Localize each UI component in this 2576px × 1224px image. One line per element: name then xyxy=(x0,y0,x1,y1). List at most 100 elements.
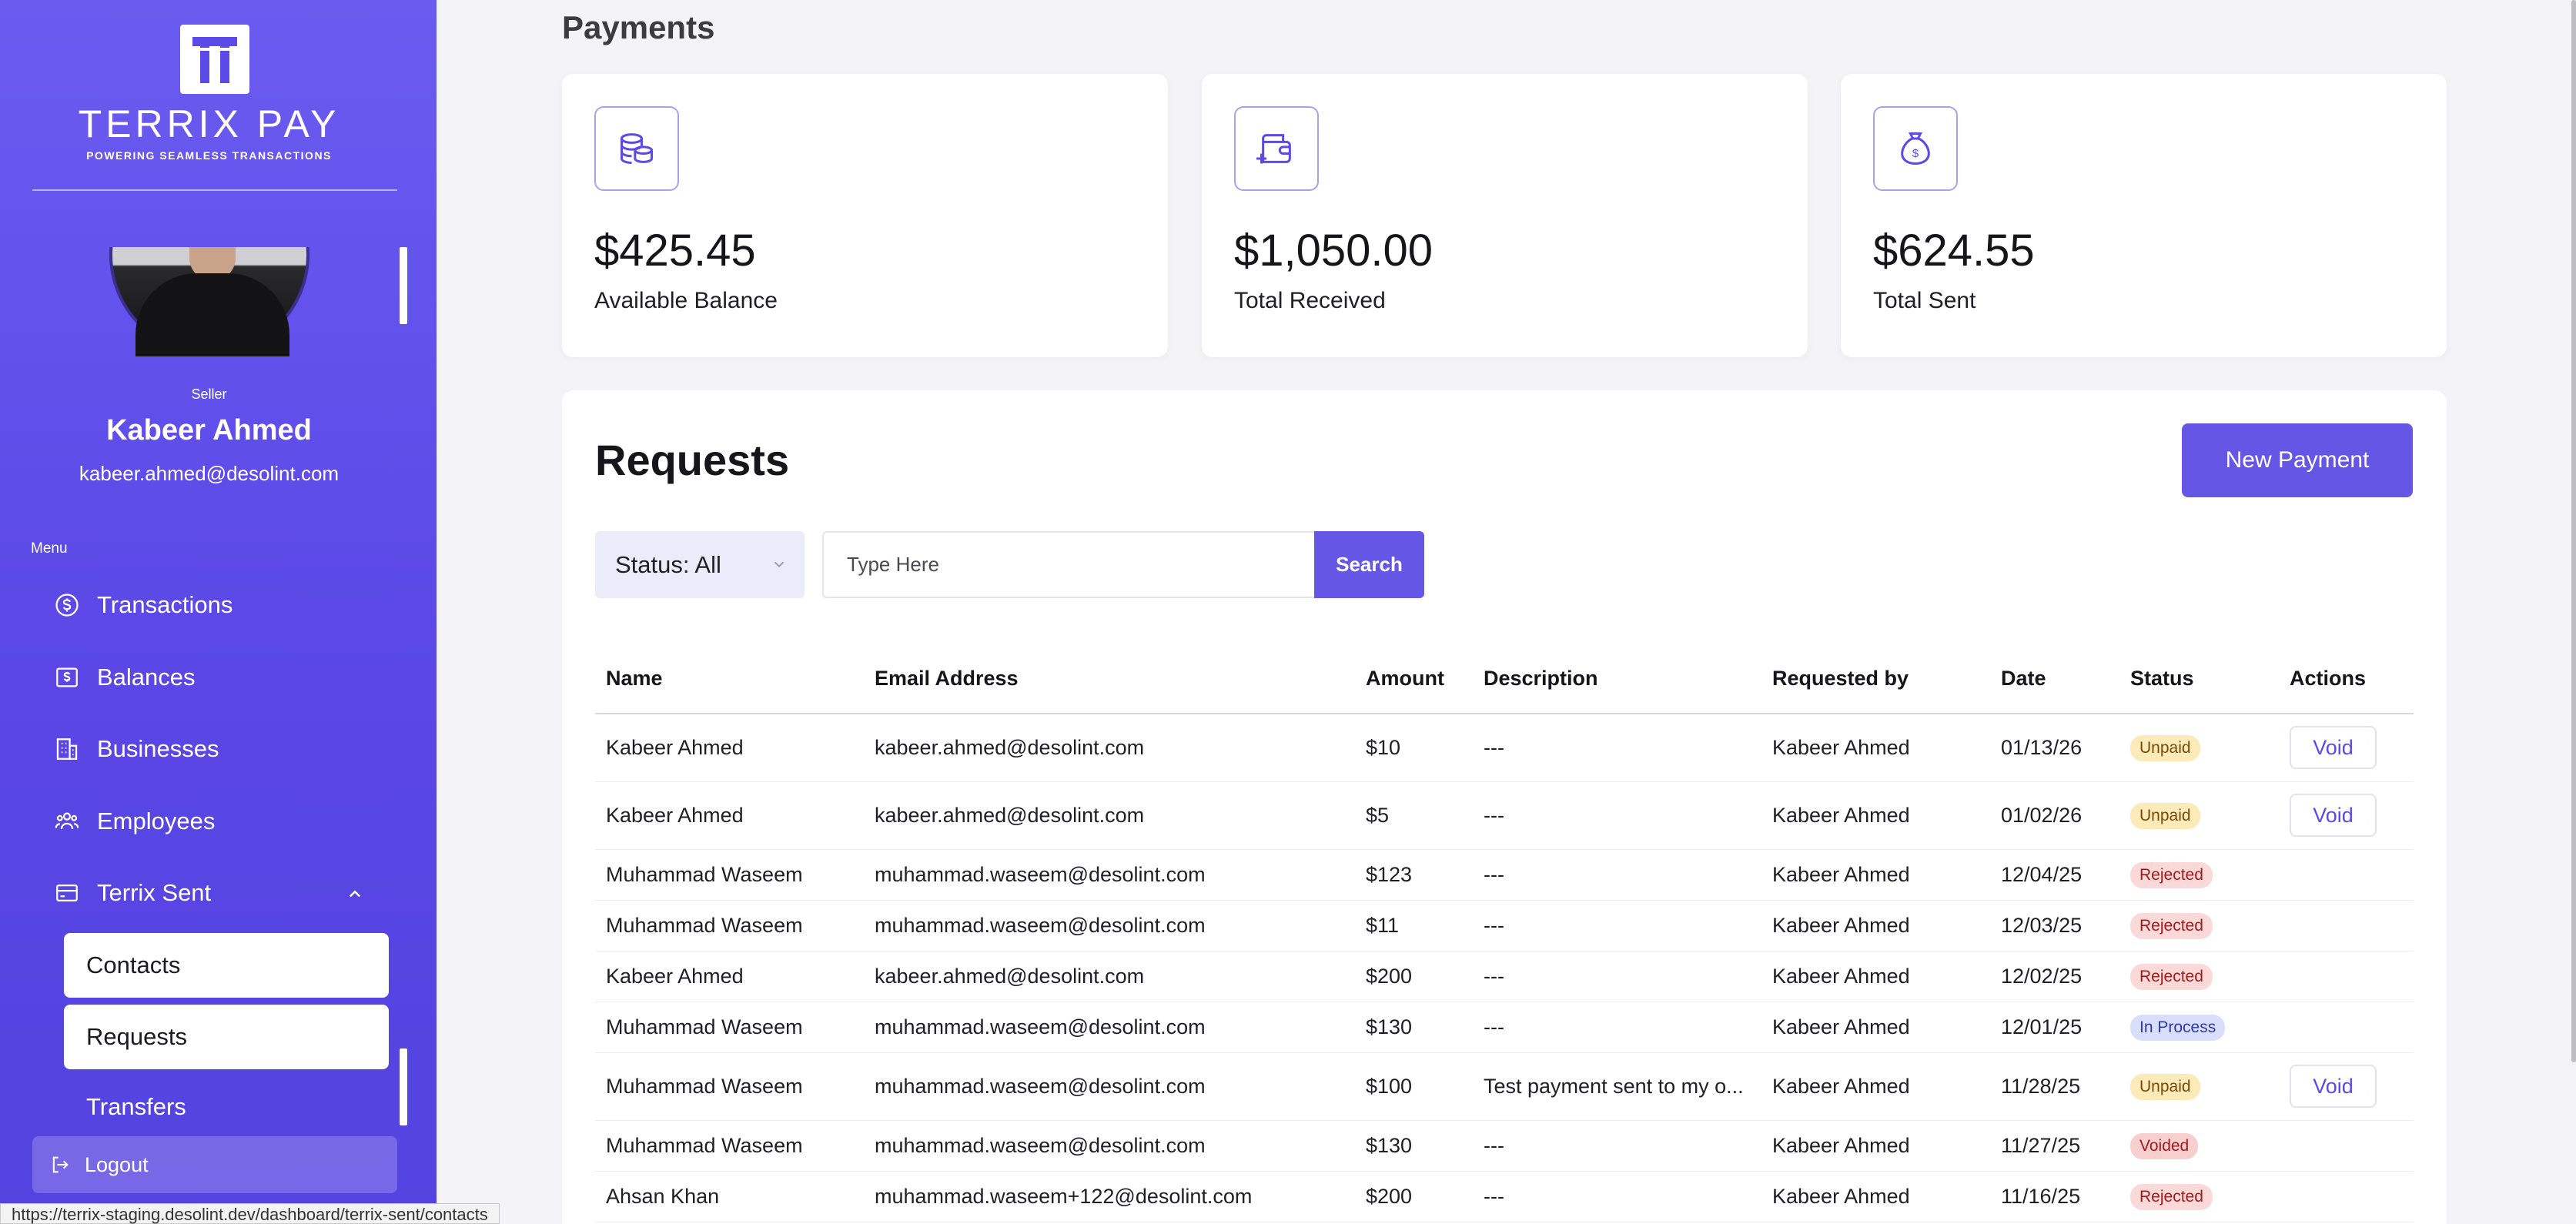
stat-label: Total Received xyxy=(1234,288,1386,313)
cell-date: 12/03/25 xyxy=(1990,900,2119,951)
browser-status-url: https://terrix-staging.desolint.dev/dash… xyxy=(0,1203,500,1224)
column-header[interactable]: Email Address xyxy=(864,644,1355,714)
status-badge: Rejected xyxy=(2130,912,2213,939)
sidebar: TERRIX PAY POWERING SEAMLESS TRANSACTION… xyxy=(0,0,437,1224)
building-icon xyxy=(54,736,80,762)
cell-description: --- xyxy=(1473,714,1761,782)
stat-label: Total Sent xyxy=(1873,288,1976,313)
cell-name: Kabeer Ahmed xyxy=(595,951,864,1002)
cell-name: Muhammad Waseem xyxy=(595,849,864,901)
cell-actions xyxy=(2279,951,2414,1002)
sidebar-item-businesses[interactable]: Businesses xyxy=(54,726,219,772)
sidebar-item-label: Balances xyxy=(97,664,196,691)
table-row[interactable]: Ahsan Khan muhammad.waseem+122@desolint.… xyxy=(595,1171,2414,1222)
cell-actions: Void xyxy=(2279,714,2414,782)
sidebar-subitem-contacts[interactable]: Contacts xyxy=(64,933,389,998)
cell-amount: $200 xyxy=(1355,1171,1473,1222)
cell-status: In Process xyxy=(2119,1002,2279,1053)
main-scrollbar[interactable] xyxy=(2571,0,2576,1062)
page-title: Payments xyxy=(562,9,715,45)
table-row[interactable]: Muhammad Waseem muhammad.waseem@desolint… xyxy=(595,1002,2414,1053)
column-header[interactable]: Amount xyxy=(1355,644,1473,714)
column-header[interactable]: Name xyxy=(595,644,864,714)
cell-date: 12/04/25 xyxy=(1990,849,2119,901)
cell-requested-by: Kabeer Ahmed xyxy=(1761,1171,1990,1222)
cell-requested-by: Kabeer Ahmed xyxy=(1761,714,1990,782)
cell-name: Muhammad Waseem xyxy=(595,1120,864,1172)
search-button[interactable]: Search xyxy=(1314,531,1424,598)
cell-amount: $200 xyxy=(1355,951,1473,1002)
void-button[interactable]: Void xyxy=(2290,726,2377,770)
cell-requested-by: Kabeer Ahmed xyxy=(1761,951,1990,1002)
cell-amount: $100 xyxy=(1355,1052,1473,1121)
cell-actions xyxy=(2279,1171,2414,1222)
column-header[interactable]: Date xyxy=(1990,644,2119,714)
cell-status: Unpaid xyxy=(2119,1052,2279,1121)
cell-amount: $11 xyxy=(1355,900,1473,951)
stat-card-total-sent: $ $624.55 Total Sent xyxy=(1841,74,2447,357)
cell-description: --- xyxy=(1473,781,1761,850)
money-bag-icon: $ xyxy=(1873,106,1958,191)
table-row[interactable]: Muhammad Waseem muhammad.waseem@desolint… xyxy=(595,1052,2414,1121)
sidebar-item-balances[interactable]: Balances xyxy=(54,654,196,701)
cell-email: kabeer.ahmed@desolint.com xyxy=(864,951,1355,1002)
cell-date: 11/28/25 xyxy=(1990,1052,2119,1121)
void-button[interactable]: Void xyxy=(2290,1065,2377,1108)
status-filter-value: Status: All xyxy=(615,550,721,578)
terrix-logo-icon[interactable] xyxy=(180,25,249,94)
cell-description: --- xyxy=(1473,1002,1761,1053)
cell-actions: Void xyxy=(2279,1052,2414,1121)
column-header[interactable]: Status xyxy=(2119,644,2279,714)
sidebar-scrollbar[interactable] xyxy=(400,247,407,324)
dollar-circle-icon xyxy=(54,592,80,618)
column-header[interactable]: Description xyxy=(1473,644,1761,714)
chevron-up-icon[interactable] xyxy=(343,883,366,906)
sidebar-item-terrix-sent[interactable]: Terrix Sent xyxy=(54,870,211,916)
column-header: Actions xyxy=(2279,644,2414,714)
sidebar-item-employees[interactable]: Employees xyxy=(54,798,215,844)
cell-description: --- xyxy=(1473,900,1761,951)
cell-status: Rejected xyxy=(2119,849,2279,901)
stat-value: $425.45 xyxy=(594,226,756,276)
cell-amount: $130 xyxy=(1355,1002,1473,1053)
sidebar-scrollbar-thumb[interactable] xyxy=(400,1048,407,1125)
wallet-add-icon xyxy=(1234,106,1319,191)
cell-status: Rejected xyxy=(2119,951,2279,1002)
cell-requested-by: Kabeer Ahmed xyxy=(1761,1052,1990,1121)
table-row[interactable]: Muhammad Waseem muhammad.waseem@desolint… xyxy=(595,849,2414,901)
cell-description: --- xyxy=(1473,849,1761,901)
cell-status: Rejected xyxy=(2119,900,2279,951)
cell-email: muhammad.waseem+122@desolint.com xyxy=(864,1171,1355,1222)
sidebar-item-label: Businesses xyxy=(97,735,219,762)
status-badge: Rejected xyxy=(2130,1183,2213,1210)
logout-button[interactable]: Logout xyxy=(32,1136,397,1193)
status-badge: Unpaid xyxy=(2130,802,2200,829)
cell-actions: Void xyxy=(2279,781,2414,850)
cell-description: --- xyxy=(1473,951,1761,1002)
status-badge: In Process xyxy=(2130,1014,2226,1041)
stat-card-total-received: $1,050.00 Total Received xyxy=(1202,74,1808,357)
cell-name: Muhammad Waseem xyxy=(595,1052,864,1121)
status-filter-select[interactable]: Status: All xyxy=(595,531,805,598)
cell-requested-by: Kabeer Ahmed xyxy=(1761,849,1990,901)
search-input[interactable] xyxy=(822,531,1315,598)
column-header[interactable]: Requested by xyxy=(1761,644,1990,714)
table-row[interactable]: Kabeer Ahmed kabeer.ahmed@desolint.com $… xyxy=(595,781,2414,850)
cell-date: 12/01/25 xyxy=(1990,1002,2119,1053)
cell-email: kabeer.ahmed@desolint.com xyxy=(864,781,1355,850)
user-email: kabeer.ahmed@desolint.com xyxy=(79,462,340,485)
brand-name: TERRIX PAY xyxy=(78,102,340,145)
table-row[interactable]: Kabeer Ahmed kabeer.ahmed@desolint.com $… xyxy=(595,714,2414,782)
cell-description: --- xyxy=(1473,1120,1761,1172)
avatar[interactable] xyxy=(109,247,309,356)
sidebar-subitem-transfers[interactable]: Transfers xyxy=(86,1093,186,1121)
sidebar-subitem-requests[interactable]: Requests xyxy=(64,1005,389,1069)
sidebar-item-transactions[interactable]: Transactions xyxy=(54,582,233,628)
user-role: Seller xyxy=(191,386,227,402)
cell-amount: $5 xyxy=(1355,781,1473,850)
table-row[interactable]: Muhammad Waseem muhammad.waseem@desolint… xyxy=(595,900,2414,951)
new-payment-button[interactable]: New Payment xyxy=(2182,423,2413,497)
table-row[interactable]: Muhammad Waseem muhammad.waseem@desolint… xyxy=(595,1120,2414,1172)
void-button[interactable]: Void xyxy=(2290,794,2377,837)
table-row[interactable]: Kabeer Ahmed kabeer.ahmed@desolint.com $… xyxy=(595,951,2414,1002)
